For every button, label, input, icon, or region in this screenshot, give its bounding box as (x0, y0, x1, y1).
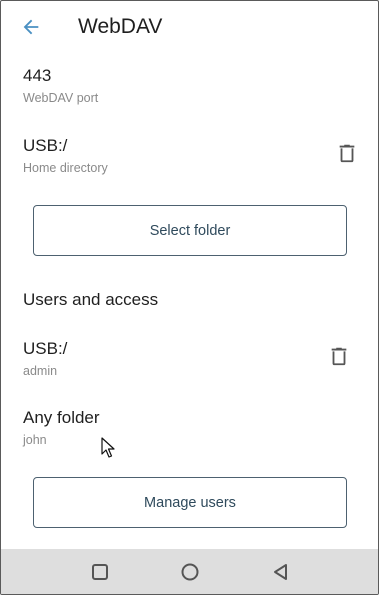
system-nav-bar (1, 549, 378, 594)
back-button[interactable] (17, 13, 45, 41)
user-folder: Any folder (23, 408, 100, 427)
arrow-back-icon (23, 19, 39, 35)
system-back-button[interactable] (270, 561, 292, 583)
home-directory-label: Home directory (23, 161, 108, 175)
select-folder-button[interactable]: Select folder (33, 205, 347, 256)
user-name: admin (23, 364, 58, 378)
port-label: WebDAV port (23, 91, 99, 105)
delete-home-directory-button[interactable] (335, 141, 359, 165)
trash-icon (339, 144, 355, 163)
users-section-heading: Users and access (23, 290, 159, 309)
home-button[interactable] (179, 561, 201, 583)
user-folder: USB:/ (23, 339, 68, 358)
user-name: john (23, 433, 47, 447)
delete-user-access-button[interactable] (327, 344, 351, 368)
user-access-item[interactable]: Any folder john (23, 407, 356, 448)
port-setting[interactable]: 443 WebDAV port (23, 65, 356, 106)
recents-button[interactable] (89, 561, 111, 583)
user-access-item[interactable]: USB:/ admin (23, 338, 356, 379)
app-window: WebDAV 443 WebDAV port USB:/ Home direct… (0, 0, 379, 595)
page-title: WebDAV (78, 15, 163, 38)
home-directory-setting[interactable]: USB:/ Home directory (23, 135, 356, 176)
mouse-cursor-icon (101, 437, 115, 458)
home-directory-value: USB:/ (23, 136, 68, 155)
recents-square-icon (92, 564, 108, 580)
manage-users-button[interactable]: Manage users (33, 477, 347, 528)
port-value: 443 (23, 66, 52, 85)
app-bar: WebDAV (1, 1, 378, 53)
back-triangle-icon (274, 564, 287, 580)
home-circle-icon (181, 563, 199, 581)
trash-icon (331, 347, 347, 366)
